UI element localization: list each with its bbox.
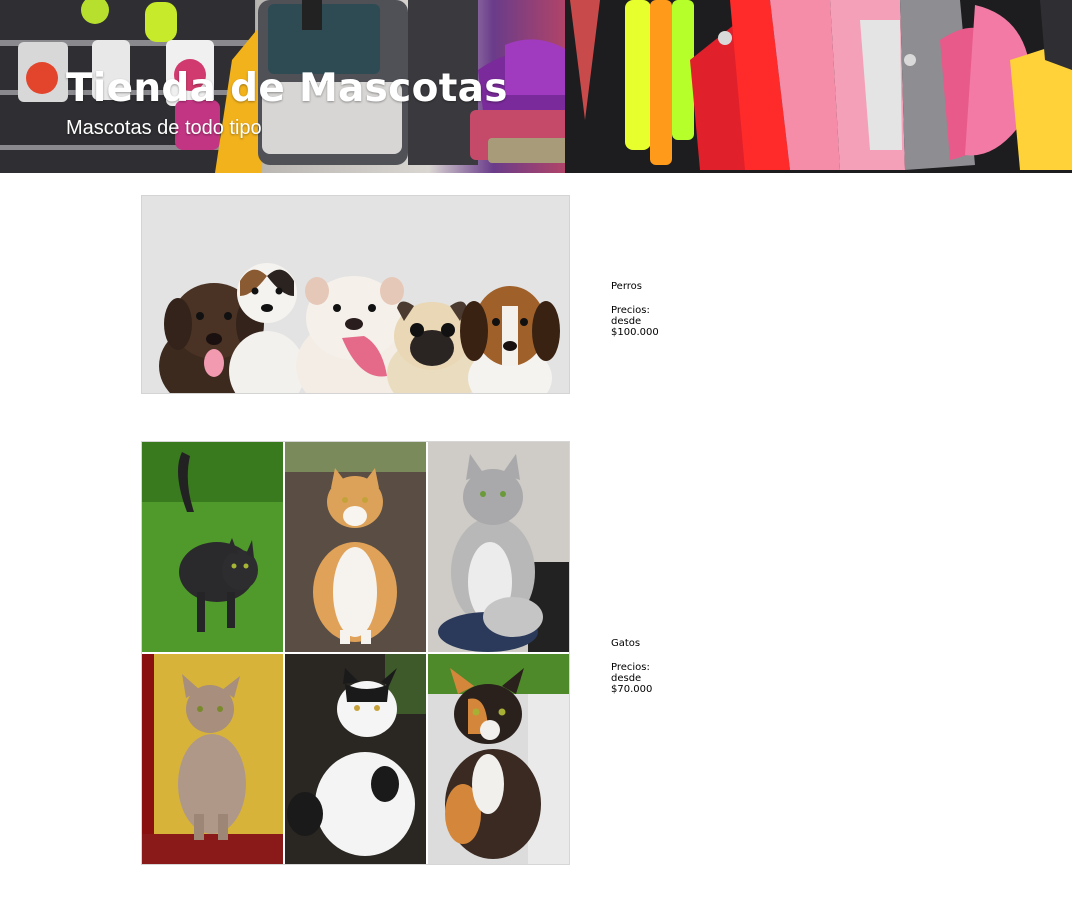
product-name: Perros <box>611 281 642 292</box>
hero-banner: Tienda de Mascotas Mascotas de todo tipo <box>0 0 1072 173</box>
page-subtitle: Mascotas de todo tipo <box>66 117 262 139</box>
cat-photo-burmese <box>142 654 283 864</box>
product-price: Precios: desde $100.000 <box>611 305 659 338</box>
cat-photo-black-white <box>285 654 426 864</box>
cat-photo-calico <box>428 654 569 864</box>
product-price: Precios: desde $70.000 <box>611 662 653 695</box>
cat-photo-black <box>142 442 283 652</box>
cats-photo-grid <box>141 441 570 865</box>
cat-photo-grey-longhair <box>428 442 569 652</box>
product-name: Gatos <box>611 638 641 649</box>
dogs-photo <box>141 195 570 394</box>
cat-photo-orange-white <box>285 442 426 652</box>
product-row-cats: Gatos Precios: desde $70.000 <box>141 441 652 866</box>
cats-info: Gatos Precios: desde $70.000 <box>611 638 652 695</box>
dogs-info: Perros Precios: desde $100.000 <box>611 281 659 338</box>
product-row-dogs: Perros Precios: desde $100.000 <box>141 195 659 395</box>
page-title: Tienda de Mascotas <box>66 66 508 111</box>
